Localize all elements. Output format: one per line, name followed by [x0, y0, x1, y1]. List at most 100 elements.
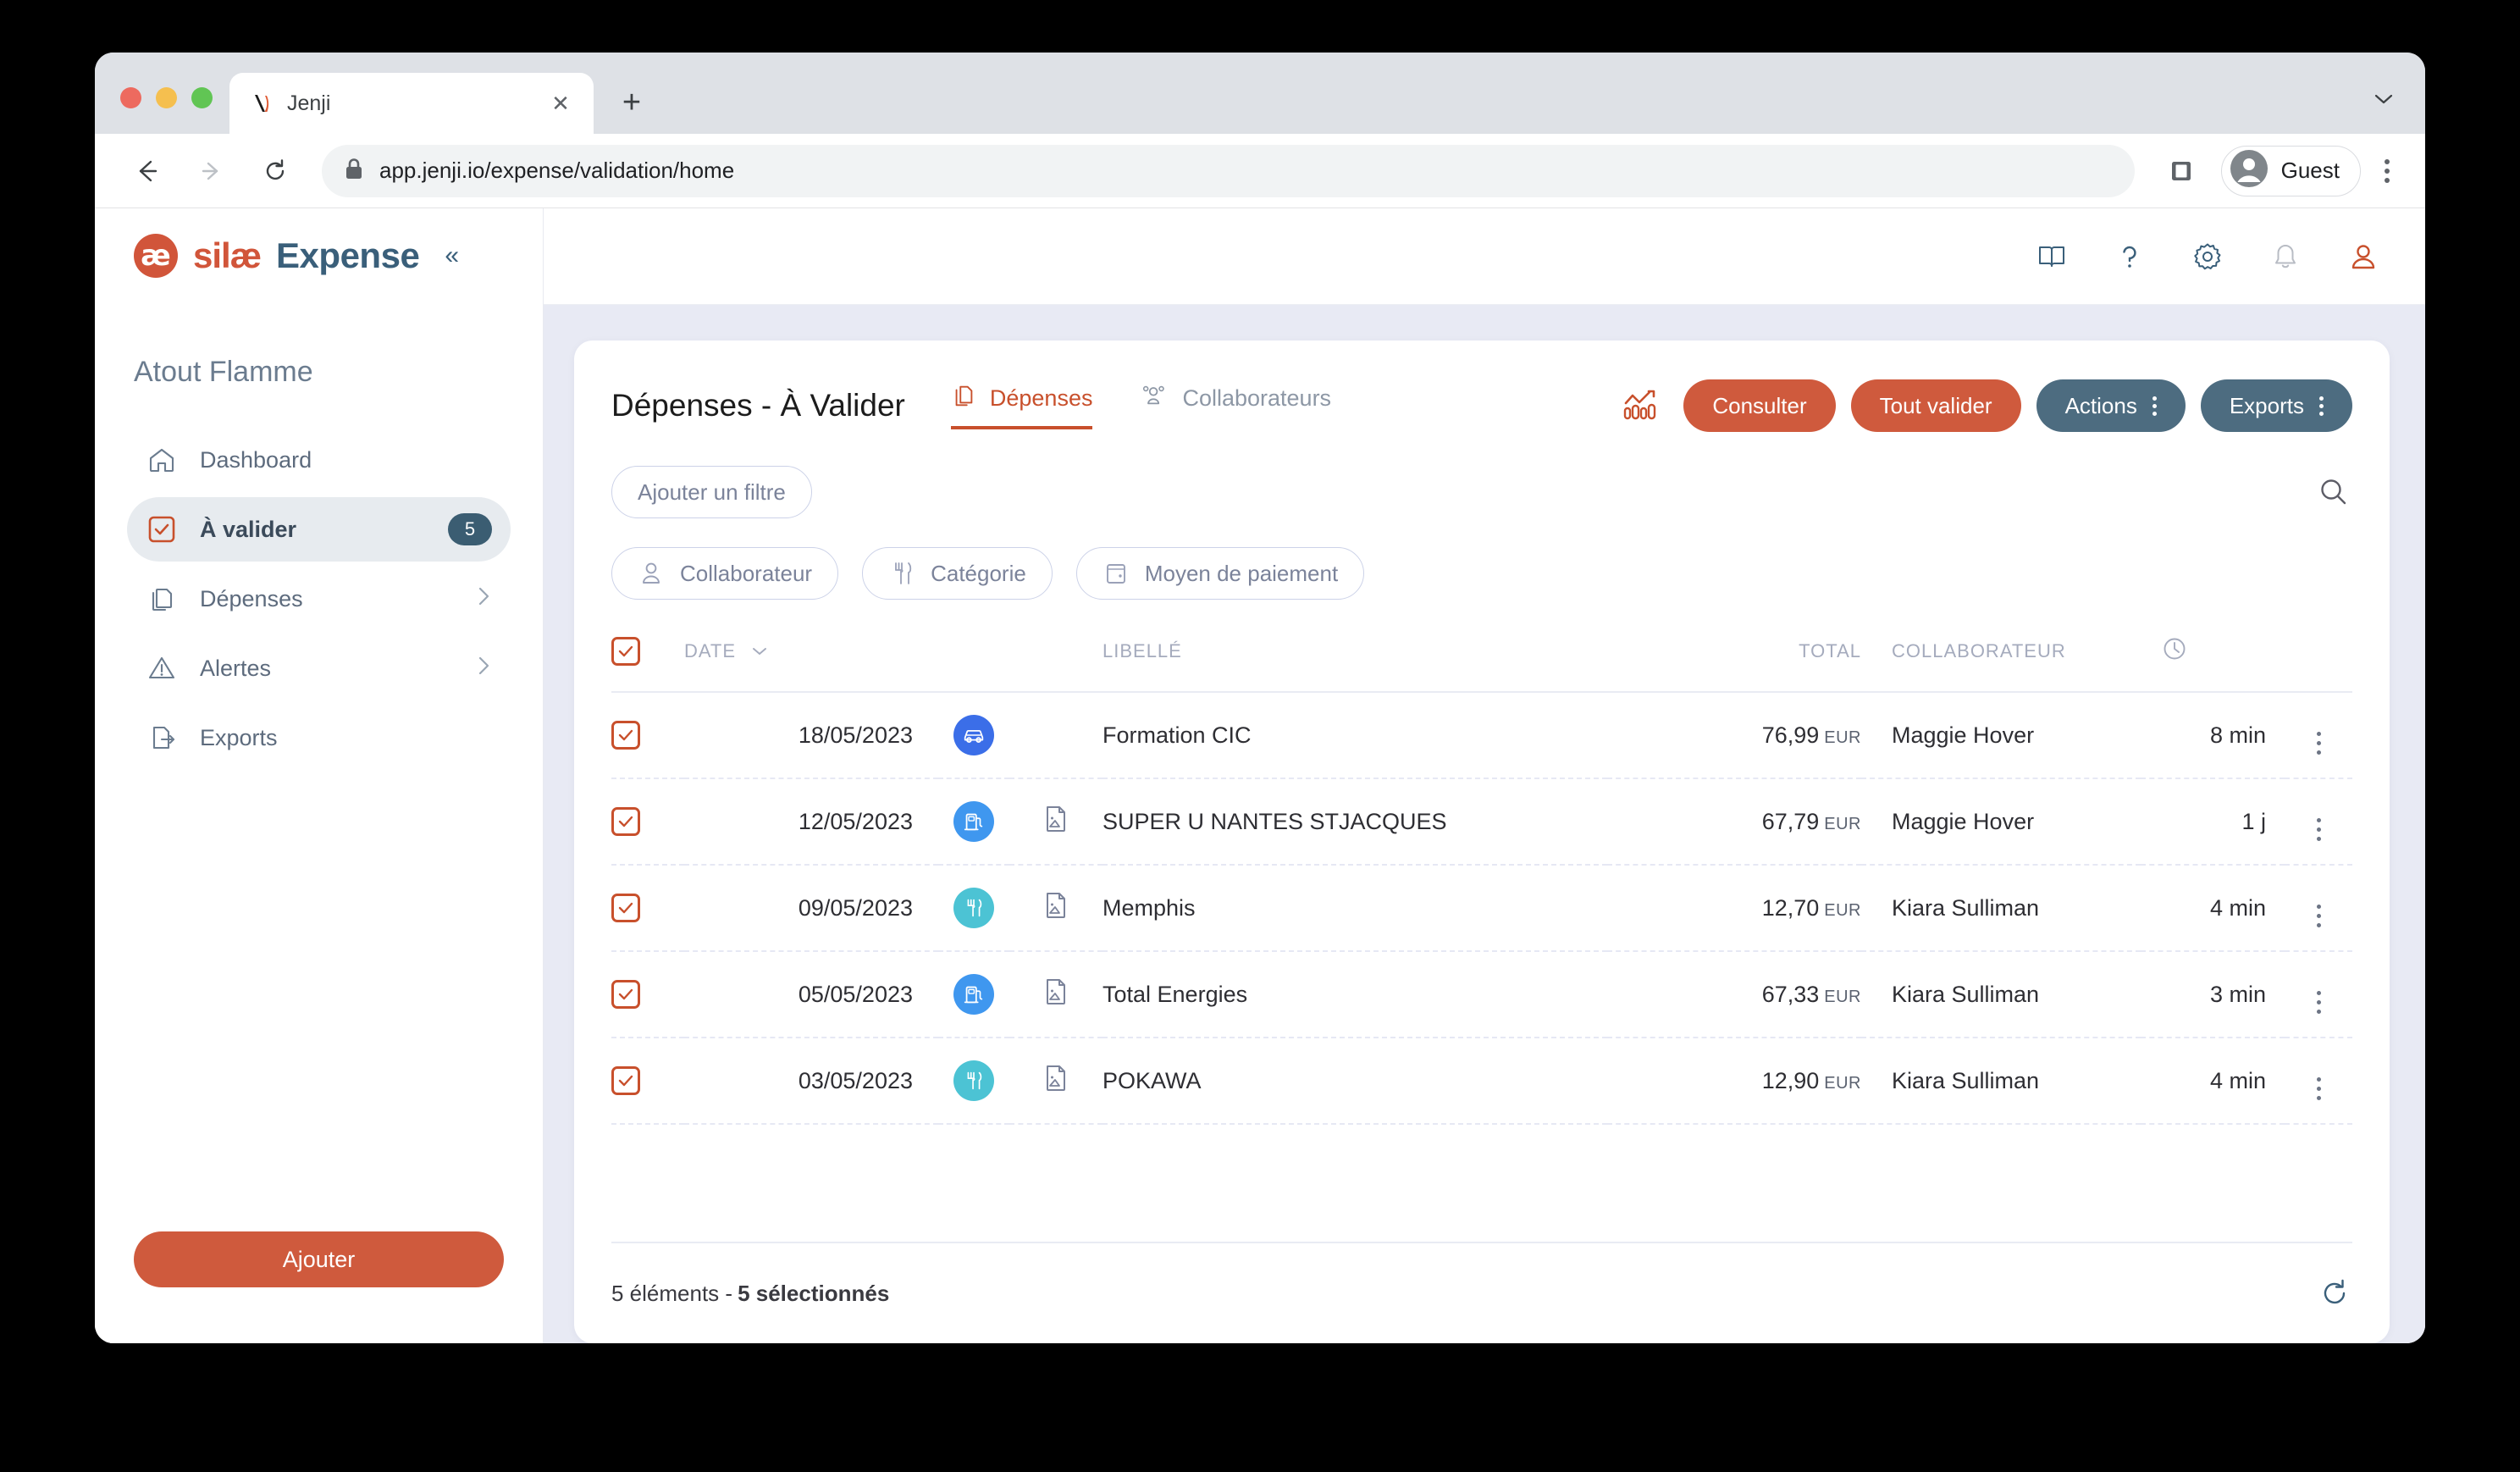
select-all-checkbox[interactable] — [611, 637, 640, 666]
row-checkbox[interactable] — [611, 720, 640, 750]
actions-button[interactable]: Actions — [2036, 379, 2186, 432]
table-row[interactable]: 12/05/2023 SUPER U NANTES STJACQUES 67,79 E… — [611, 778, 2352, 866]
filter-moyen-de-paiement[interactable]: Moyen de paiement — [1075, 547, 1365, 600]
row-select-cell[interactable] — [611, 865, 684, 952]
table-row[interactable]: 09/05/2023 Memphis 12,70 EUR Kiara Sulliman 4… — [611, 865, 2352, 952]
sidebar-nav: Dashboard À valider 5 Dépenses Alertes E… — [127, 428, 511, 770]
row-kebab-icon[interactable] — [2316, 991, 2321, 1014]
cell-row-menu[interactable] — [2285, 692, 2352, 779]
filter-categorie[interactable]: Catégorie — [862, 547, 1053, 600]
back-button[interactable] — [119, 143, 174, 199]
cell-collaborateur: Maggie Hover — [1861, 692, 2141, 779]
page-tabs: Dépenses Collaborateurs — [950, 383, 1331, 429]
new-tab-button[interactable]: + — [607, 78, 656, 127]
sidebar-item-label: Dashboard — [200, 446, 312, 473]
cell-row-menu[interactable] — [2285, 1038, 2352, 1125]
column-header-time[interactable] — [2141, 635, 2352, 693]
table-row[interactable]: 05/05/2023 Total Energies 67,33 EUR Kiara Su… — [611, 951, 2352, 1038]
logo-brand-text: silæ — [193, 235, 262, 275]
sidebar-item-dashboard[interactable]: Dashboard — [127, 428, 511, 492]
row-kebab-icon[interactable] — [2316, 1077, 2321, 1100]
cell-date: 12/05/2023 — [684, 778, 938, 866]
receipt-icon[interactable] — [1042, 890, 1070, 921]
search-icon[interactable] — [2315, 473, 2352, 511]
row-checkbox[interactable] — [611, 806, 640, 836]
app-logo[interactable]: æ silæ Expense « — [127, 208, 511, 303]
user-icon[interactable] — [2346, 239, 2381, 274]
sidebar-item-exports[interactable]: Exports — [127, 706, 511, 770]
tabstrip-menu-button[interactable] — [2371, 87, 2425, 134]
address-bar[interactable]: app.jenji.io/expense/validation/home — [322, 144, 2135, 197]
receipt-icon[interactable] — [1042, 1063, 1070, 1093]
browser-tabstrip: Jenji ✕ + — [95, 53, 2425, 134]
sidebar-item-alertes[interactable]: Alertes — [127, 636, 511, 700]
row-checkbox[interactable] — [611, 979, 640, 1009]
kebab-menu-icon — [2319, 396, 2324, 416]
receipt-icon[interactable] — [1042, 804, 1070, 834]
cutlery-icon — [888, 560, 915, 587]
row-kebab-icon[interactable] — [2316, 732, 2321, 755]
tab-collaborateurs[interactable]: Collaborateurs — [1141, 383, 1331, 429]
browser-menu-button[interactable] — [2373, 158, 2401, 183]
add-button[interactable]: Ajouter — [134, 1231, 504, 1287]
refresh-icon[interactable] — [2317, 1276, 2352, 1311]
bell-icon[interactable] — [2268, 239, 2303, 274]
cell-receipt[interactable] — [1009, 951, 1102, 1038]
cell-receipt[interactable] — [1009, 1038, 1102, 1125]
row-select-cell[interactable] — [611, 778, 684, 866]
sidebar-item-a-valider[interactable]: À valider 5 — [127, 497, 511, 562]
button-label: Exports — [2229, 392, 2304, 418]
row-kebab-icon[interactable] — [2316, 818, 2321, 841]
close-tab-button[interactable]: ✕ — [546, 89, 575, 118]
cell-row-menu[interactable] — [2285, 865, 2352, 952]
consulter-button[interactable]: Consulter — [1683, 379, 1836, 432]
column-header-date-label: DATE — [684, 640, 737, 661]
minimize-window-button[interactable] — [156, 87, 177, 108]
browser-tab[interactable]: Jenji ✕ — [229, 73, 594, 134]
row-select-cell[interactable] — [611, 951, 684, 1038]
cell-date: 05/05/2023 — [684, 951, 938, 1038]
maximize-window-button[interactable] — [191, 87, 213, 108]
filter-collaborateur[interactable]: Collaborateur — [611, 547, 839, 600]
close-window-button[interactable] — [120, 87, 141, 108]
reload-button[interactable] — [247, 143, 303, 199]
row-select-cell[interactable] — [611, 1038, 684, 1125]
row-select-cell[interactable] — [611, 692, 684, 779]
sidebar-item-depenses[interactable]: Dépenses — [127, 567, 511, 631]
analytics-icon[interactable] — [1621, 386, 1660, 425]
add-filter-button[interactable]: Ajouter un filtre — [611, 466, 812, 518]
profile-button[interactable]: Guest — [2220, 145, 2361, 196]
column-header-collaborateur[interactable]: COLLABORATEUR — [1861, 635, 2141, 693]
tab-depenses[interactable]: Dépenses — [950, 383, 1093, 429]
warning-icon — [146, 652, 178, 684]
column-header-total[interactable]: TOTAL — [1607, 635, 1861, 693]
row-checkbox[interactable] — [611, 893, 640, 922]
avatar — [2229, 148, 2269, 193]
exports-button[interactable]: Exports — [2200, 379, 2352, 432]
filters-row: Ajouter un filtre — [611, 432, 2352, 518]
book-icon[interactable] — [2034, 239, 2070, 274]
table-row[interactable]: 18/05/2023 Formation CIC 76,99 EUR Maggie Ho… — [611, 692, 2352, 779]
column-header-date[interactable]: DATE — [684, 635, 1102, 693]
row-kebab-icon[interactable] — [2316, 905, 2321, 927]
collapse-sidebar-button[interactable]: « — [445, 243, 459, 268]
column-header-libelle[interactable]: LIBELLÉ — [1102, 635, 1607, 693]
cell-row-menu[interactable] — [2285, 951, 2352, 1038]
select-all-header[interactable] — [611, 635, 684, 693]
help-icon[interactable] — [2112, 239, 2147, 274]
split-view-icon[interactable] — [2153, 143, 2209, 199]
receipt-icon[interactable] — [1042, 977, 1070, 1007]
button-label: Tout valider — [1879, 392, 1992, 418]
cell-receipt[interactable] — [1009, 778, 1102, 866]
gear-icon[interactable] — [2190, 239, 2225, 274]
sort-chevron-icon[interactable] — [742, 640, 769, 661]
cell-total: 67,33 EUR — [1607, 951, 1861, 1038]
table-row[interactable]: 03/05/2023 POKAWA 12,90 EUR Kiara Sulliman 4 … — [611, 1038, 2352, 1125]
tout-valider-button[interactable]: Tout valider — [1850, 379, 2021, 432]
cell-receipt[interactable] — [1009, 865, 1102, 952]
sidebar-badge-count: 5 — [448, 513, 492, 545]
cell-receipt[interactable] — [1009, 692, 1102, 779]
forward-button[interactable] — [183, 143, 239, 199]
row-checkbox[interactable] — [611, 1065, 640, 1095]
cell-row-menu[interactable] — [2285, 778, 2352, 866]
